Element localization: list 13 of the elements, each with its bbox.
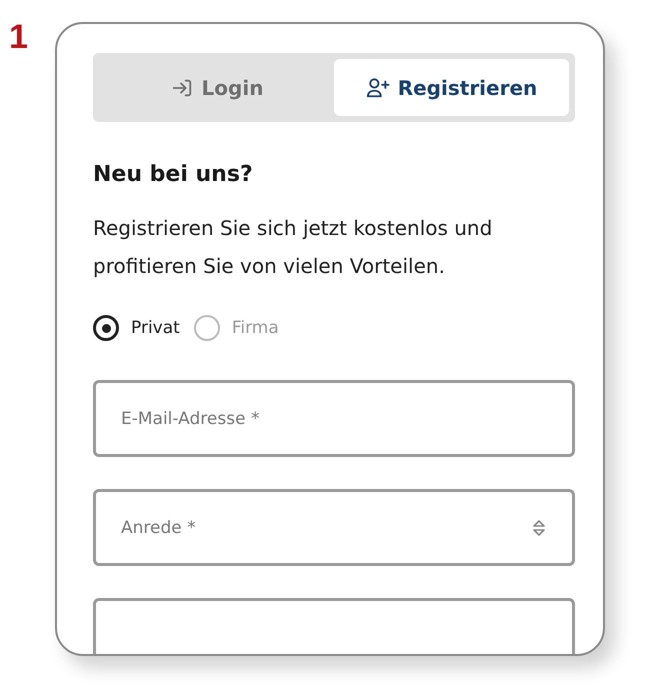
tab[interactable]: Registrieren: [334, 59, 569, 116]
heading: Neu bei uns?: [93, 162, 254, 187]
input-field[interactable]: [93, 598, 575, 654]
intro-text: Registrieren Sie sich jetzt kostenlos und profitieren Sie von vielen Vorteilen.: [93, 215, 494, 280]
step-number: 1: [9, 18, 28, 57]
tab[interactable]: Login: [99, 59, 334, 116]
select-field[interactable]: Anrede *: [93, 489, 575, 566]
radio-button[interactable]: [93, 315, 119, 341]
radio-button[interactable]: [194, 315, 220, 341]
radio-option[interactable]: Privat: [93, 315, 180, 341]
input-field[interactable]: E-Mail-Adresse *: [93, 380, 575, 457]
user-add-icon: [366, 76, 390, 98]
radio-option[interactable]: Firma: [194, 315, 279, 341]
